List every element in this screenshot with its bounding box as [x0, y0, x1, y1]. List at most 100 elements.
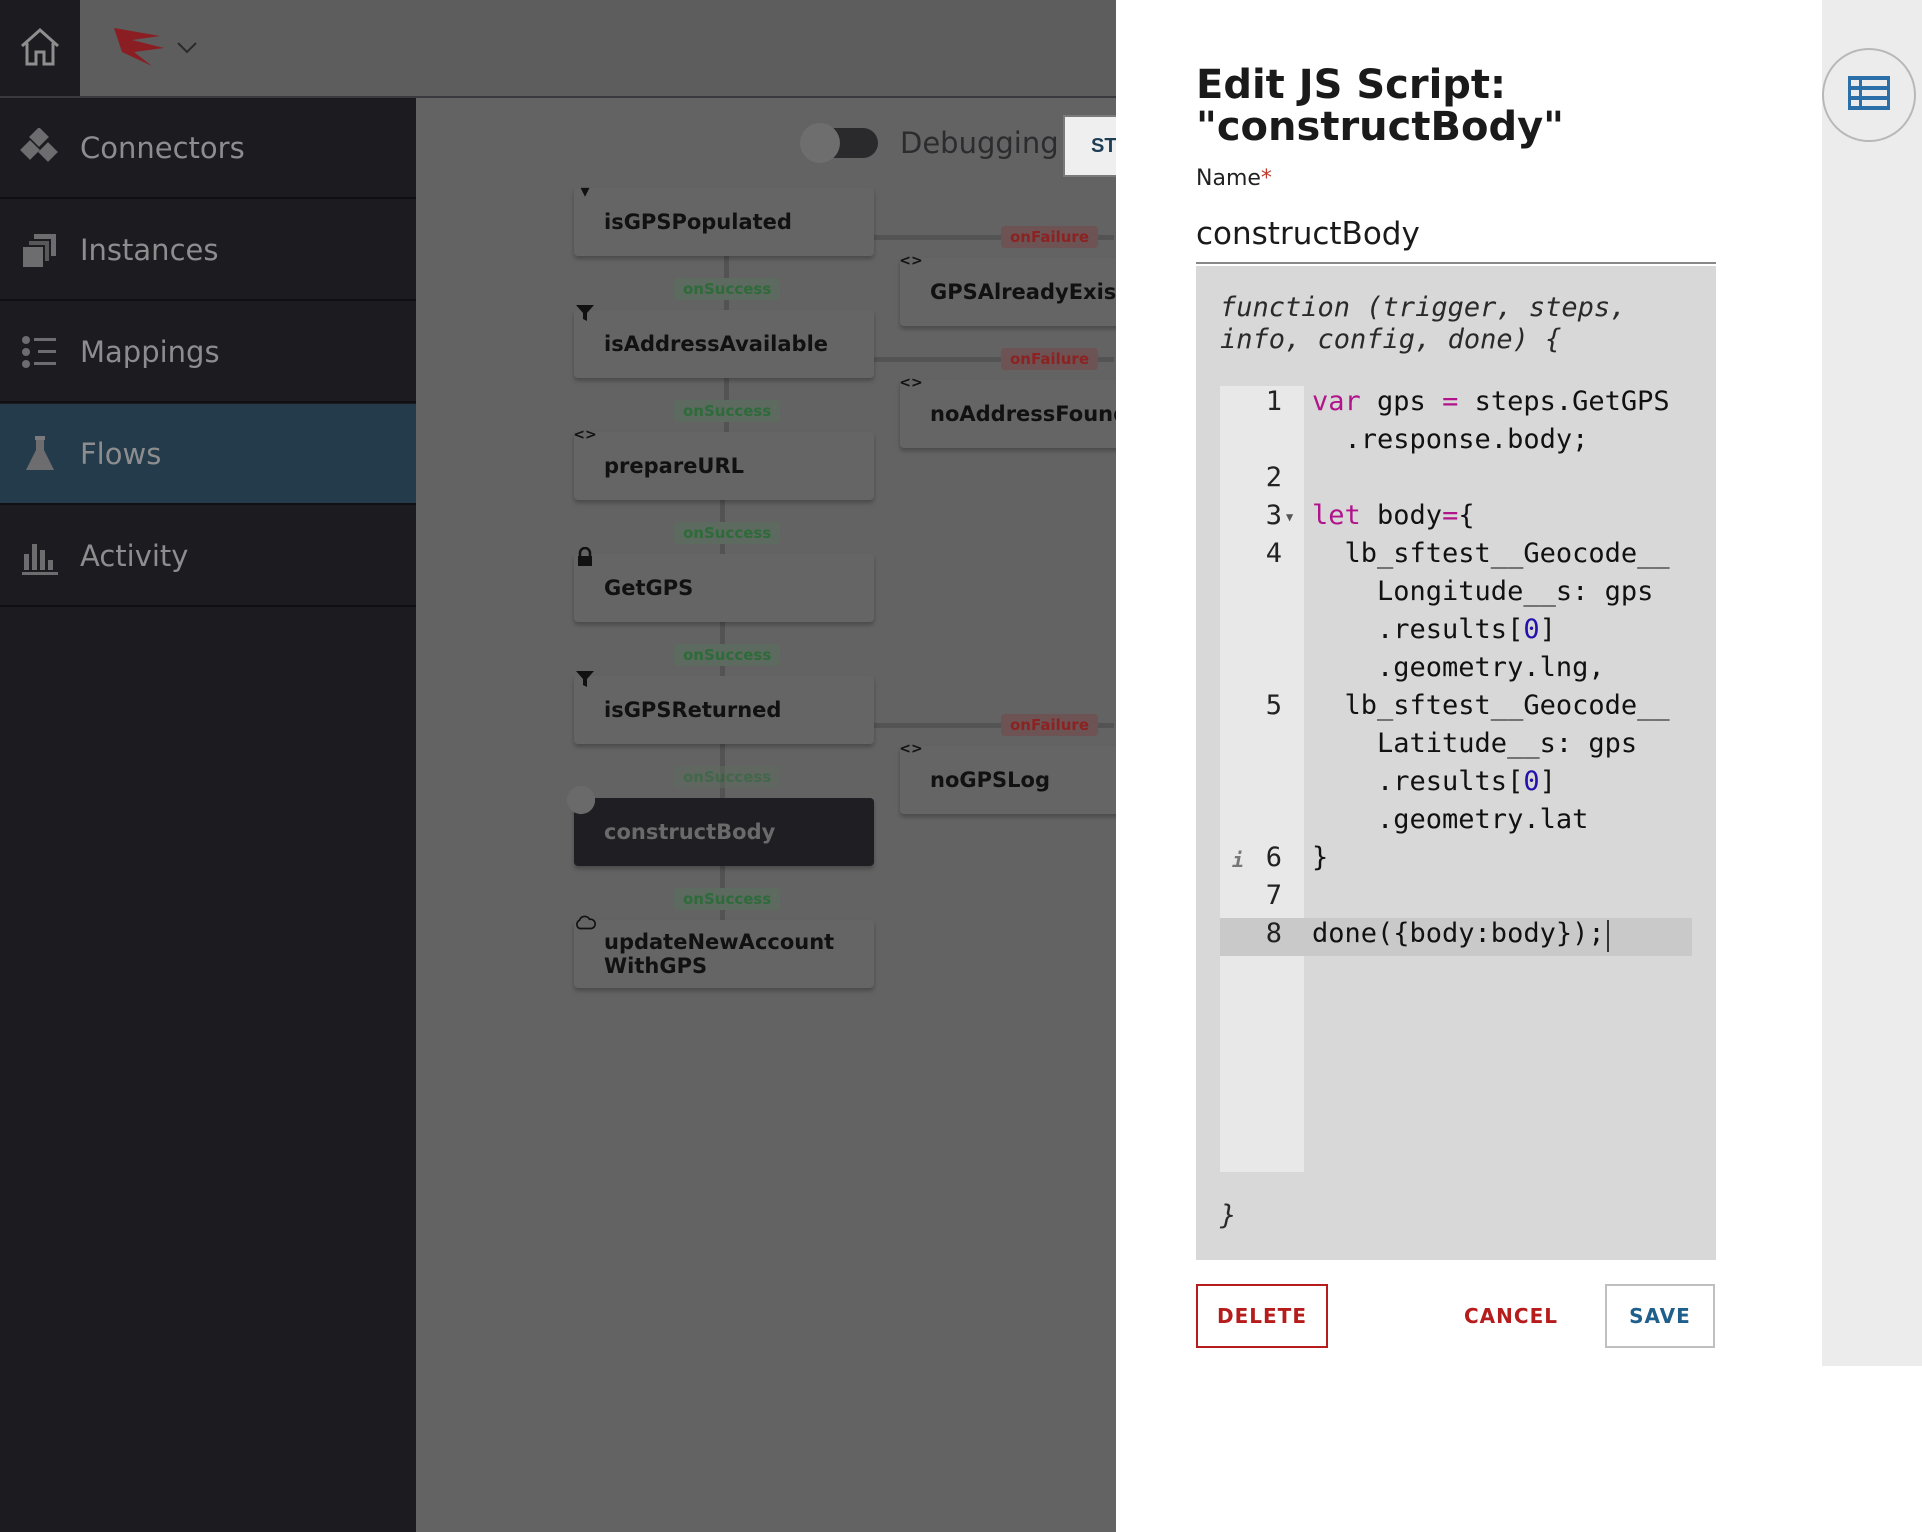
code-token: = [1442, 386, 1459, 417]
code-line: .geometry.lng, [1312, 652, 1605, 683]
edit-script-panel: Edit JS Script: "constructBody" Name* fu… [1116, 0, 1822, 1532]
bar-chart-icon [20, 536, 60, 576]
flow-node-label: constructBody [604, 820, 776, 844]
start-button[interactable]: ST [1063, 115, 1116, 177]
code-token: done({body:body}); [1312, 918, 1605, 949]
code-token: gps [1360, 386, 1443, 417]
on-success-badge: onSuccess [674, 278, 781, 300]
flow-node-label: isGPSPopulated [604, 210, 792, 234]
code-line: done({body:body}); [1312, 918, 1605, 949]
flow-node-get-gps[interactable]: GetGPS [574, 547, 874, 622]
sidebar-item-connectors[interactable]: Connectors [0, 98, 416, 199]
sidebar-item-instances[interactable]: Instances [0, 200, 416, 301]
brand-switcher[interactable] [112, 22, 202, 76]
required-mark: * [1260, 166, 1272, 191]
code-line: lb_sftest__Geocode__ [1312, 690, 1670, 721]
code-line: var gps = steps.GetGPS [1312, 386, 1670, 417]
code-line: Longitude__s: gps [1312, 576, 1653, 607]
sidebar-item-mappings[interactable]: Mappings [0, 302, 416, 403]
flow-node-no-gps-log[interactable]: <> noGPSLog [899, 741, 1116, 814]
top-bar [0, 0, 1116, 98]
flow-node-label: noAddressFound [930, 402, 1116, 426]
home-icon [17, 24, 63, 74]
flow-node-label: prepareURL [604, 454, 745, 478]
flow-node-label: isAddressAvailable [604, 332, 829, 356]
flow-node-is-address-available[interactable]: isAddressAvailable [574, 305, 874, 378]
brand-logo-icon [112, 22, 168, 76]
code-token: 0 [1523, 766, 1540, 797]
code-token: .results[ [1312, 766, 1524, 797]
debugging-toggle[interactable] [800, 123, 878, 163]
save-button[interactable]: SAVE [1605, 1284, 1715, 1348]
lock-icon [574, 546, 596, 568]
line-number: 7 [1265, 880, 1282, 911]
sidebar: Connectors Instances Mappings Flows Acti… [0, 98, 416, 1532]
delete-button[interactable]: DELETE [1196, 1284, 1328, 1348]
flow-node-gps-already-exists[interactable]: <> GPSAlreadyExists [899, 253, 1116, 326]
code-token: Latitude__s: gps [1312, 728, 1638, 759]
code-token: .response.body; [1312, 424, 1589, 455]
flow-node-no-address-found[interactable]: <> noAddressFound [899, 375, 1116, 448]
cloud-icon [574, 912, 596, 934]
flow-node-update-new-account-with-gps[interactable]: updateNewAccountWithGPS [574, 915, 874, 988]
flow-node-label: noGPSLog [930, 768, 1050, 792]
code-token: ] [1539, 766, 1556, 797]
list-icon [1848, 76, 1890, 114]
info-icon[interactable]: i [1232, 848, 1244, 872]
line-number: 1 [1265, 386, 1282, 417]
text-caret [1607, 920, 1609, 952]
flow-node-prepare-url[interactable]: <> prepareURL [573, 427, 874, 500]
sidebar-item-label: Activity [80, 538, 189, 573]
line-number: 6 [1265, 842, 1282, 873]
debugging-label: Debugging [900, 126, 1059, 160]
code-line: Latitude__s: gps [1312, 728, 1637, 759]
on-failure-badge: onFailure [1001, 714, 1099, 736]
list-view-button[interactable] [1822, 48, 1916, 142]
code-token: } [1312, 842, 1329, 873]
code-icon: <> [899, 741, 923, 757]
code-token: = [1442, 500, 1459, 531]
flow-node-construct-body[interactable]: constructBody [566, 785, 874, 866]
code-line: .response.body; [1312, 424, 1589, 455]
right-rail [1822, 0, 1922, 1366]
panel-title: Edit JS Script: "constructBody" [1196, 62, 1564, 150]
code-line: } [1312, 842, 1328, 873]
sidebar-item-flows[interactable]: Flows [0, 404, 416, 505]
on-success-badge: onSuccess [674, 766, 781, 788]
code-token: ] [1539, 614, 1556, 645]
on-success-badge: onSuccess [674, 522, 781, 544]
filter-icon [574, 302, 596, 324]
rail-footer [1822, 1366, 1922, 1532]
code-token: .geometry.lng, [1312, 652, 1605, 683]
code-editor[interactable]: 1 var gps = steps.GetGPS .response.body; 2… [1220, 386, 1692, 1172]
connectors-icon [20, 127, 60, 168]
code-token: .results[ [1312, 614, 1524, 645]
code-token: lb_sftest__Geocode__ [1312, 690, 1670, 721]
name-input[interactable] [1196, 206, 1716, 264]
script-icon [566, 785, 596, 815]
cancel-button[interactable]: CANCEL [1456, 1284, 1566, 1348]
line-number: 2 [1265, 462, 1282, 493]
on-success-badge: onSuccess [674, 400, 781, 422]
code-token: .geometry.lat [1312, 804, 1589, 835]
on-failure-badge: onFailure [1001, 348, 1099, 370]
code-line: lb_sftest__Geocode__ [1312, 538, 1670, 569]
home-button[interactable] [0, 0, 80, 97]
sidebar-item-label: Flows [80, 436, 162, 471]
code-line: let body={ [1312, 500, 1475, 531]
flow-node-label: updateNewAccountWithGPS [604, 930, 835, 978]
code-token: body [1360, 500, 1443, 531]
flow-node-is-gps-populated[interactable]: ▾ isGPSPopulated [574, 181, 874, 256]
on-success-badge: onSuccess [674, 644, 781, 666]
sidebar-item-activity[interactable]: Activity [0, 506, 416, 607]
on-failure-badge: onFailure [1001, 226, 1099, 248]
fold-arrow-icon[interactable]: ▼ [1286, 510, 1293, 524]
flow-node-label: GetGPS [604, 576, 694, 600]
code-token: steps.GetGPS [1458, 386, 1670, 417]
sidebar-item-label: Mappings [80, 334, 220, 369]
code-token: let [1312, 500, 1361, 531]
flow-node-is-gps-returned[interactable]: isGPSReturned [574, 671, 874, 744]
code-line: .results[0] [1312, 614, 1556, 645]
filter-icon [574, 668, 596, 690]
code-token: Longitude__s: gps [1312, 576, 1654, 607]
